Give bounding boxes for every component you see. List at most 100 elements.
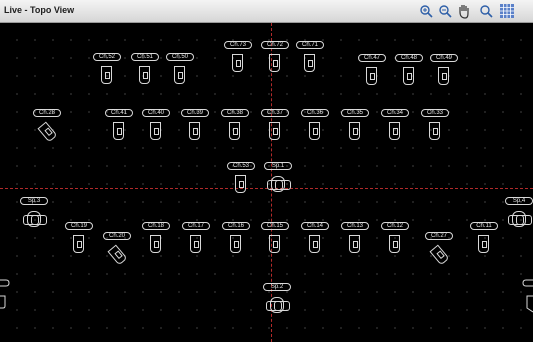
device-ch40[interactable]: Ch.40 <box>142 109 170 149</box>
device-ch15[interactable]: Ch.15 <box>261 222 289 262</box>
device-label: Ch.34 <box>381 109 409 117</box>
topo-canvas[interactable]: Ch.73 Ch.72 Ch.71 Ch.52 Ch.51 Ch.50 Ch.4… <box>0 23 533 342</box>
device-label: Ch.71 <box>296 41 324 49</box>
device-ch48[interactable]: Ch.48 <box>395 54 423 94</box>
fixture-icon <box>389 122 400 140</box>
device-ch36[interactable]: Ch.36 <box>301 109 329 149</box>
fixture-icon <box>478 235 489 253</box>
device-label: Ch.12 <box>381 222 409 230</box>
fixture-icon <box>403 67 414 85</box>
device-ch20[interactable]: Ch.20 <box>103 232 131 272</box>
device-ch72[interactable]: Ch.72 <box>261 41 289 81</box>
device-label: Ch.16 <box>222 222 250 230</box>
partial-device-right <box>522 279 533 313</box>
window-title: Live - Topo View <box>4 5 75 15</box>
device-label: Ch.50 <box>166 53 194 61</box>
device-ch14[interactable]: Ch.14 <box>301 222 329 262</box>
device-ch38[interactable]: Ch.38 <box>221 109 249 149</box>
device-ch53[interactable]: Ch.53 <box>227 162 255 202</box>
device-label: Ch.37 <box>261 109 289 117</box>
fixture-icon <box>150 122 161 140</box>
device-ch73[interactable]: Ch.73 <box>224 41 252 81</box>
device-ch35[interactable]: Ch.35 <box>341 109 369 149</box>
device-ch37[interactable]: Ch.37 <box>261 109 289 149</box>
fixture-icon <box>230 235 241 253</box>
device-label: Sp.3 <box>20 197 48 205</box>
device-label: Ch.17 <box>182 222 210 230</box>
device-ch27[interactable]: Ch.27 <box>425 232 453 272</box>
device-label: Ch.47 <box>358 54 386 62</box>
device-ch12[interactable]: Ch.12 <box>381 222 409 262</box>
device-ch52[interactable]: Ch.52 <box>93 53 121 93</box>
zoom-in-icon[interactable] <box>418 3 434 19</box>
zoom-fit-icon[interactable] <box>478 3 494 19</box>
fixture-icon <box>113 122 124 140</box>
device-ch49[interactable]: Ch.49 <box>430 54 458 94</box>
device-ch16[interactable]: Ch.16 <box>222 222 250 262</box>
device-label: Ch.53 <box>227 162 255 170</box>
speaker-icon <box>23 211 47 227</box>
device-ch41[interactable]: Ch.41 <box>105 109 133 149</box>
fixture-icon <box>189 122 200 140</box>
fixture-icon <box>389 235 400 253</box>
device-label: Ch.20 <box>103 232 131 240</box>
device-ch28[interactable]: Ch.28 <box>33 109 61 149</box>
device-label: Ch.40 <box>142 109 170 117</box>
device-label: Sp.2 <box>263 283 291 291</box>
fixture-icon <box>429 122 440 140</box>
fixture-icon <box>269 235 280 253</box>
device-label: Ch.72 <box>261 41 289 49</box>
grid-icon[interactable] <box>499 3 515 19</box>
fixture-icon <box>429 244 450 266</box>
device-ch34[interactable]: Ch.34 <box>381 109 409 149</box>
speaker-sp3[interactable]: Sp.3 <box>20 197 48 237</box>
device-label: Ch.28 <box>33 109 61 117</box>
device-label: Ch.51 <box>131 53 159 61</box>
device-label: Ch.11 <box>470 222 498 230</box>
fixture-icon <box>232 54 243 72</box>
device-label: Ch.14 <box>301 222 329 230</box>
fixture-icon <box>309 122 320 140</box>
fixture-icon <box>101 66 112 84</box>
device-label: Sp.1 <box>264 162 292 170</box>
speaker-sp1[interactable]: Sp.1 <box>264 162 292 202</box>
device-ch17[interactable]: Ch.17 <box>182 222 210 262</box>
pan-hand-icon[interactable] <box>456 3 472 19</box>
partial-device-left <box>0 279 10 309</box>
device-label: Ch.33 <box>421 109 449 117</box>
fixture-icon <box>366 67 377 85</box>
device-ch11[interactable]: Ch.11 <box>470 222 498 262</box>
device-ch51[interactable]: Ch.51 <box>131 53 159 93</box>
window-right-edge <box>533 0 541 342</box>
device-label: Ch.13 <box>341 222 369 230</box>
device-label: Ch.52 <box>93 53 121 61</box>
device-label: Ch.48 <box>395 54 423 62</box>
zoom-out-icon[interactable] <box>437 3 453 19</box>
device-ch18[interactable]: Ch.18 <box>142 222 170 262</box>
device-ch33[interactable]: Ch.33 <box>421 109 449 149</box>
device-label: Ch.27 <box>425 232 453 240</box>
speaker-icon <box>508 211 532 227</box>
fixture-icon <box>139 66 150 84</box>
speaker-icon <box>267 176 291 192</box>
fixture-icon <box>174 66 185 84</box>
device-label: Ch.36 <box>301 109 329 117</box>
device-ch13[interactable]: Ch.13 <box>341 222 369 262</box>
fixture-icon <box>304 54 315 72</box>
device-ch47[interactable]: Ch.47 <box>358 54 386 94</box>
speaker-sp2[interactable]: Sp.2 <box>263 283 291 323</box>
device-ch19[interactable]: Ch.19 <box>65 222 93 262</box>
fixture-icon <box>269 122 280 140</box>
device-label: Ch.38 <box>221 109 249 117</box>
device-label: Sp.4 <box>505 197 533 205</box>
device-label: Ch.19 <box>65 222 93 230</box>
speaker-icon <box>266 297 290 313</box>
device-ch39[interactable]: Ch.39 <box>181 109 209 149</box>
fixture-icon <box>438 67 449 85</box>
device-ch50[interactable]: Ch.50 <box>166 53 194 93</box>
device-label: Ch.39 <box>181 109 209 117</box>
speaker-sp4[interactable]: Sp.4 <box>505 197 533 237</box>
device-ch71[interactable]: Ch.71 <box>296 41 324 81</box>
fixture-icon <box>107 244 128 266</box>
device-label: Ch.41 <box>105 109 133 117</box>
